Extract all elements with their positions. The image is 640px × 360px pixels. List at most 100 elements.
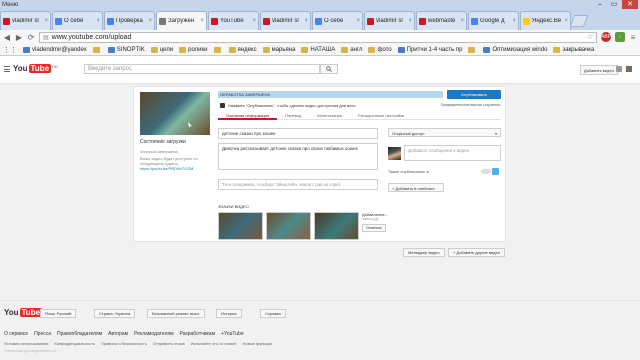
forward-icon[interactable]: ▶	[15, 33, 23, 42]
footer-link[interactable]: Разработчикам	[180, 331, 216, 337]
bookmark-item[interactable]: яндекс	[228, 46, 257, 53]
close-window-button[interactable]: ✕	[622, 0, 638, 9]
thumbnail-option-3[interactable]	[314, 212, 359, 240]
upload-tab[interactable]: Основная информация	[218, 112, 278, 120]
privacy-select[interactable]: Открытый доступ ▾	[388, 128, 501, 137]
footer-link[interactable]: Условия использования	[4, 341, 48, 346]
publish-button[interactable]: Опубликовать	[447, 90, 501, 99]
tags-field[interactable]: Теги (например, Альберт Эйнштейн, машет,…	[218, 179, 378, 190]
language-button[interactable]: Язык: Русский	[40, 309, 77, 318]
guide-menu-icon[interactable]	[4, 66, 10, 72]
search-button[interactable]	[320, 64, 338, 74]
bookmark-item[interactable]: vladendmir@yandex	[23, 46, 87, 53]
tab-close-icon[interactable]: ×	[44, 18, 48, 24]
browser-tab[interactable]: Google д ×	[468, 11, 519, 30]
add-more-videos-button[interactable]: + Добавить другие видео	[448, 248, 505, 257]
bookmark-item[interactable]: фото	[368, 46, 392, 53]
footer-link[interactable]: Отправить отзыв	[153, 341, 185, 346]
browser-tab[interactable]: vladimir sl ×	[0, 11, 51, 30]
star-icon[interactable]: ☆	[587, 33, 593, 41]
avatar[interactable]	[626, 66, 632, 72]
cancel-thumbnail-button[interactable]: Отменить	[362, 224, 386, 232]
footer-link[interactable]: Рекламодателям	[134, 331, 173, 337]
footer-link[interactable]: Пресса	[34, 331, 51, 337]
share-toggle[interactable]	[481, 169, 491, 174]
upload-tab[interactable]: Перевод	[277, 112, 309, 120]
thumbnail-option-1[interactable]	[218, 212, 263, 240]
browser-tab[interactable]: Загружен ×	[156, 11, 207, 30]
footer-link[interactable]: Правила и безопасность	[101, 341, 147, 346]
bookmark-item[interactable]	[468, 46, 477, 53]
footer-link[interactable]: Конфиденциальность	[54, 341, 95, 346]
tab-close-icon[interactable]: ×	[200, 18, 204, 24]
adblock-icon[interactable]: ABP	[601, 32, 611, 42]
browser-toolbar: ◀ ▶ ⟳ ▤ www.youtube.com/upload ☆ ABP ↓ ≡	[0, 30, 640, 44]
tab-title: vladimir sl	[272, 18, 299, 24]
bookmark-item[interactable]	[92, 46, 102, 53]
title-field[interactable]: детские сказки про кошек	[218, 128, 378, 139]
browser-tab[interactable]: vladimir sl ×	[260, 11, 311, 30]
reload-icon[interactable]: ⟳	[27, 33, 35, 42]
share-message-field[interactable]: Добавьте сообщение к видео	[404, 145, 501, 161]
back-icon[interactable]: ◀	[3, 33, 11, 42]
footer-link[interactable]: Новые функции	[243, 341, 272, 346]
tab-close-icon[interactable]: ×	[356, 18, 360, 24]
upload-video-button[interactable]: Добавить видео	[580, 65, 618, 75]
bookmark-item[interactable]: марьяна	[262, 46, 295, 53]
download-icon[interactable]: ↓	[615, 32, 625, 42]
browser-tab[interactable]: О себе ×	[52, 11, 103, 30]
upload-tab[interactable]: Расширенные настройки	[350, 112, 412, 120]
add-to-playlist-button[interactable]: + Добавить в плейлист	[388, 183, 444, 192]
country-button[interactable]: Страна: Украина	[94, 309, 136, 318]
maximize-button[interactable]: ▭	[608, 0, 620, 9]
footer-link[interactable]: Испытайте что-то новое!	[191, 341, 237, 346]
bookmark-item[interactable]: НАТАША	[301, 46, 335, 53]
history-button[interactable]: История	[216, 309, 242, 318]
browser-tab[interactable]: webmaste ×	[416, 11, 467, 30]
browser-menu-button[interactable]: Меню	[2, 2, 18, 8]
footer-link[interactable]: +YouTube	[221, 331, 244, 337]
bookmark-item[interactable]: цепи	[150, 46, 173, 53]
minimize-button[interactable]: –	[594, 0, 606, 9]
browser-tab[interactable]: vladimir sl ×	[364, 11, 415, 30]
tab-close-icon[interactable]: ×	[148, 18, 152, 24]
bookmark-item[interactable]: англ	[341, 46, 362, 53]
thumbnail-option-2[interactable]	[266, 212, 311, 240]
bookmark-item[interactable]: закрывачка	[553, 46, 594, 53]
help-button[interactable]: Справка	[260, 309, 286, 318]
safety-mode-button[interactable]: Безопасный режим: выкл.	[147, 309, 206, 318]
browser-tab[interactable]: Яндекс.Ве ×	[520, 11, 571, 30]
tab-close-icon[interactable]: ×	[408, 18, 412, 24]
browser-tab[interactable]: Проверка ×	[104, 11, 155, 30]
footer-logo[interactable]: You Tube	[4, 308, 43, 317]
bookmark-item[interactable]	[213, 46, 223, 53]
bookmark-item[interactable]: SINOPTIK	[107, 46, 145, 53]
bookmark-item[interactable]: Притчи 1-4 часть пр	[397, 46, 462, 53]
footer-link[interactable]: Авторам	[108, 331, 128, 337]
tab-close-icon[interactable]: ×	[512, 18, 516, 24]
url-text[interactable]: www.youtube.com/upload	[52, 34, 584, 41]
search-input[interactable]: Введите запрос	[84, 64, 320, 74]
tab-close-icon[interactable]: ×	[460, 18, 464, 24]
new-tab-button[interactable]	[569, 15, 589, 27]
twitter-icon[interactable]	[492, 168, 499, 175]
browser-menu-icon[interactable]: ≡	[629, 33, 637, 42]
youtube-logo[interactable]: You Tube RU	[13, 64, 58, 73]
footer-link[interactable]: О сервисе	[4, 331, 28, 337]
address-bar[interactable]: ▤ www.youtube.com/upload ☆	[39, 31, 597, 43]
tab-close-icon[interactable]: ×	[564, 18, 568, 24]
bookmark-item[interactable]: ролики	[179, 46, 208, 53]
tab-close-icon[interactable]: ×	[252, 18, 256, 24]
tab-close-icon[interactable]: ×	[304, 18, 308, 24]
description-field[interactable]: Девочка рассказывает детские сказки про …	[218, 143, 378, 170]
browser-tab[interactable]: YouTube ×	[208, 11, 259, 30]
video-url-link[interactable]: https://youtu.be/PRD9N7GSM	[140, 166, 212, 171]
notifications-icon[interactable]	[616, 66, 622, 72]
bookmark-item[interactable]: Оптимизация windo	[483, 46, 547, 53]
apps-icon[interactable]: ⋮⋮	[3, 46, 17, 54]
video-manager-button[interactable]: Менеджер видео	[403, 248, 445, 257]
upload-tab[interactable]: Монетизация	[309, 112, 350, 120]
tab-close-icon[interactable]: ×	[96, 18, 100, 24]
footer-link[interactable]: Правообладателям	[57, 331, 102, 337]
browser-tab[interactable]: О себе ×	[312, 11, 363, 30]
